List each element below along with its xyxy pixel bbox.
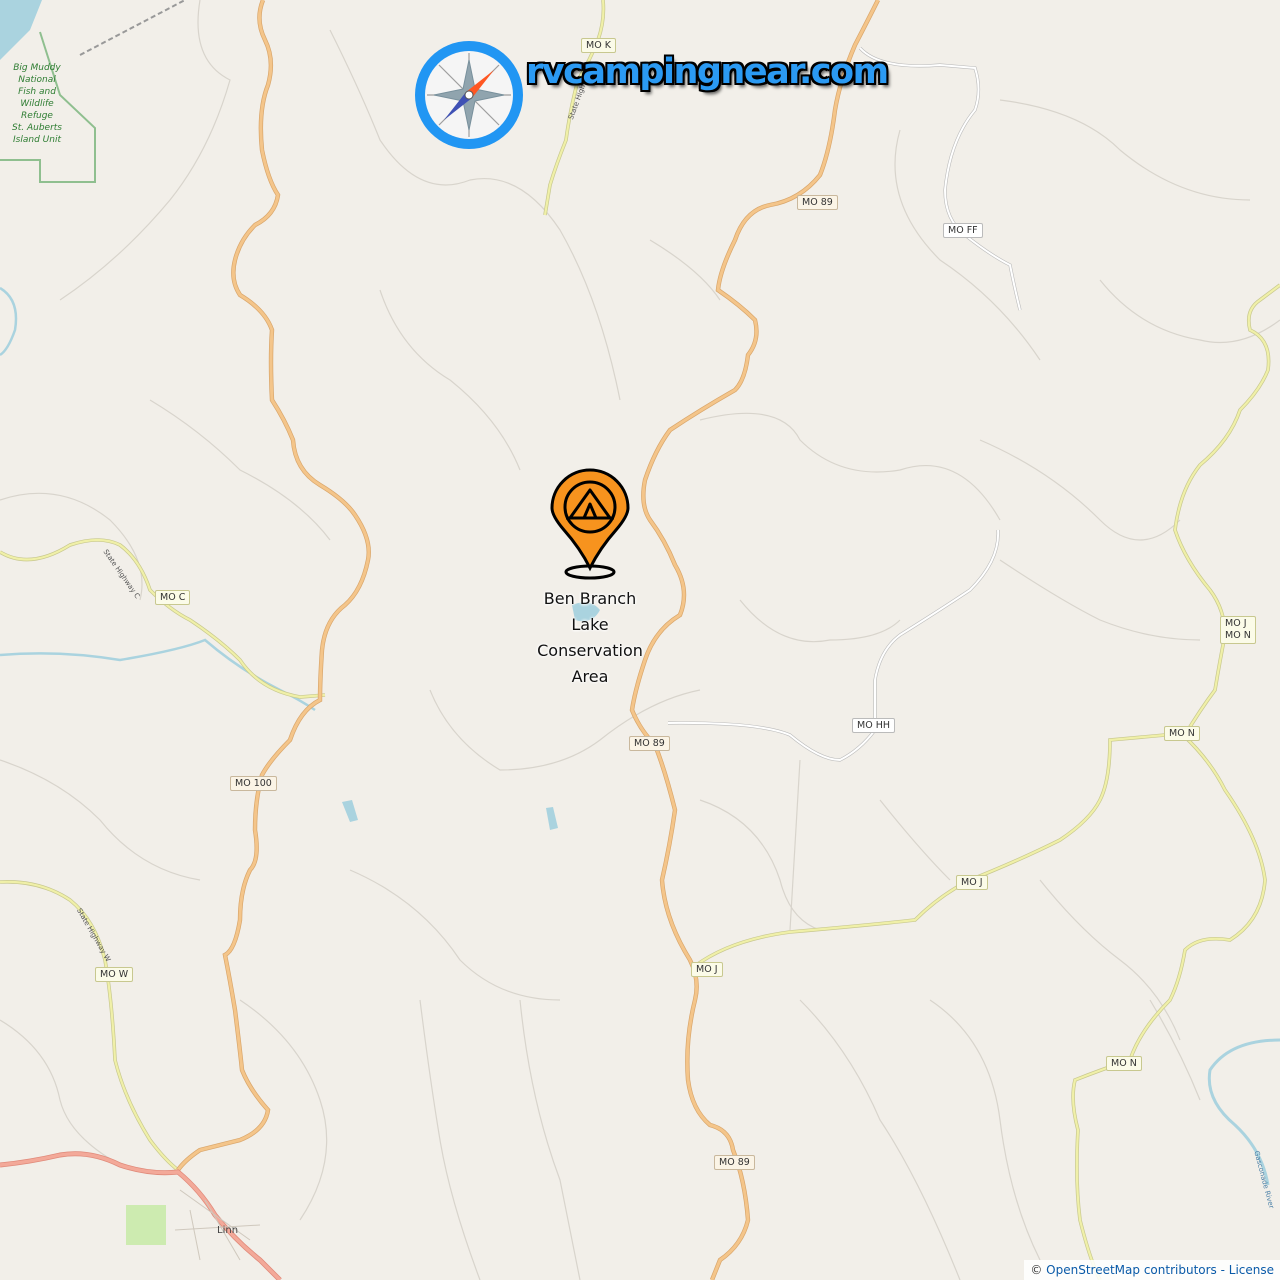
route-shield-mo-89: MO 89 xyxy=(714,1155,755,1170)
pond-2 xyxy=(546,807,558,830)
campsite-label-line: Conservation xyxy=(537,641,643,660)
route-shield-mo-c: MO C xyxy=(155,590,191,605)
route-shield-line: MO J xyxy=(1225,618,1247,629)
park-area xyxy=(126,1205,166,1245)
route-shield-mo-89: MO 89 xyxy=(629,736,670,751)
brand-text: rvcampingnear.com xyxy=(526,52,889,92)
route-shield-mo-89: MO 89 xyxy=(797,195,838,210)
brand-logo[interactable]: rvcampingnear.com xyxy=(414,40,889,152)
route-shield-mo-w: MO W xyxy=(95,967,134,982)
campsite-label[interactable]: Ben Branch Lake Conservation Area xyxy=(510,586,670,690)
pond-1 xyxy=(342,800,358,822)
route-shield-mo-j: MO J xyxy=(691,962,723,977)
osm-attribution-link[interactable]: OpenStreetMap contributors xyxy=(1046,1263,1217,1277)
campsite-label-line: Lake xyxy=(571,615,609,634)
attribution-prefix: © xyxy=(1030,1263,1047,1277)
license-link[interactable]: - License xyxy=(1217,1263,1274,1277)
missouri-river xyxy=(0,0,42,60)
campsite-marker[interactable] xyxy=(550,468,630,584)
route-shield-mo-j-n: MO J MO N xyxy=(1220,616,1256,644)
refuge-label-line: Big Muddy xyxy=(13,63,61,73)
campsite-label-line: Area xyxy=(571,667,609,686)
route-shield-mo-n: MO N xyxy=(1164,726,1200,741)
route-shield-mo-ff: MO FF xyxy=(943,223,983,238)
refuge-label-line: Fish and xyxy=(18,87,56,97)
route-shield-mo-n: MO N xyxy=(1106,1056,1142,1071)
town-label: Linn xyxy=(217,1225,239,1236)
campsite-pin-icon xyxy=(550,468,630,580)
refuge-label: Big Muddy National Fish and Wildlife Ref… xyxy=(4,62,70,146)
refuge-label-line: Refuge xyxy=(21,111,53,121)
white-roads-casing xyxy=(667,46,1022,762)
refuge-label-line: Island Unit xyxy=(13,135,61,145)
route-shield-mo-100: MO 100 xyxy=(230,776,277,791)
refuge-label-line: St. Auberts xyxy=(12,123,62,133)
refuge-label-line: Wildlife xyxy=(20,99,54,109)
campsite-label-line: Ben Branch xyxy=(543,589,637,608)
creek-west-top xyxy=(0,286,18,357)
gasconade-river xyxy=(1207,1038,1280,1186)
compass-icon xyxy=(415,41,523,149)
route-shield-mo-hh: MO HH xyxy=(852,718,895,733)
creek-west xyxy=(0,638,316,712)
map-canvas[interactable]: Big Muddy National Fish and Wildlife Ref… xyxy=(0,0,1280,1280)
refuge-label-line: National xyxy=(18,75,56,85)
route-shield-line: MO N xyxy=(1225,630,1251,641)
white-roads xyxy=(667,47,1021,762)
railway xyxy=(79,0,186,56)
map-attribution: © OpenStreetMap contributors - License xyxy=(1024,1260,1280,1280)
route-shield-mo-j: MO J xyxy=(956,875,988,890)
